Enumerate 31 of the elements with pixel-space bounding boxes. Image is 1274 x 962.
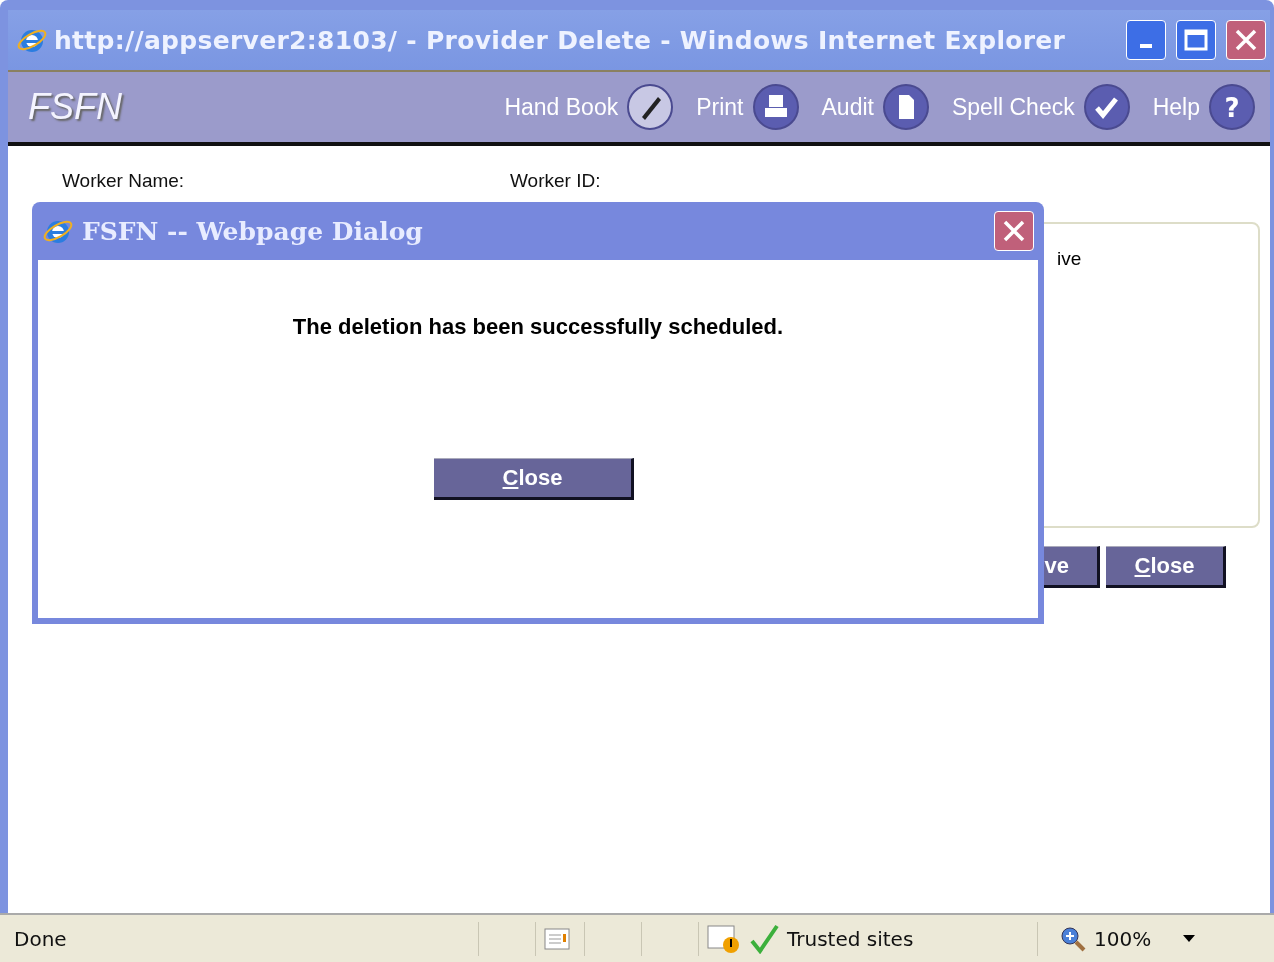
maximize-button[interactable] (1176, 20, 1216, 60)
dialog-title: FSFN -- Webpage Dialog (82, 216, 424, 246)
dialog-close-action[interactable]: Close (434, 458, 634, 500)
checkmark-icon (1082, 83, 1131, 131)
close-button[interactable] (1226, 20, 1266, 60)
printer-icon (751, 83, 800, 131)
app-logo: FSFN (28, 86, 123, 128)
security-zone: Trusted sites (787, 926, 914, 951)
close-icon (1002, 219, 1026, 243)
status-text: Done (14, 926, 68, 951)
dialog-close-button[interactable] (994, 211, 1034, 251)
zoom-level[interactable]: 100% (1094, 926, 1152, 951)
info-icon (544, 927, 570, 950)
warning-icon (707, 923, 741, 954)
maximize-icon (1184, 29, 1208, 51)
window-title: http://appserver2:8103/ - Provider Delete - Windows Internet Explorer (54, 25, 1067, 55)
minimize-icon (1140, 44, 1152, 48)
checkmark-icon (749, 923, 779, 954)
close-icon (1234, 28, 1258, 52)
field-label: Worker ID: (510, 170, 602, 192)
field-label: Worker Name: (62, 170, 186, 192)
toolbar-button[interactable]: Help ? (1152, 83, 1256, 131)
help-icon: ? (1208, 83, 1256, 131)
zoom-icon (1060, 925, 1086, 952)
pen-icon (626, 83, 675, 131)
minimize-button[interactable] (1126, 20, 1166, 60)
dialog-message: The deletion has been successfully scheduled. (292, 314, 784, 340)
dropdown-caret-icon[interactable] (1183, 934, 1196, 943)
page-button[interactable]: Close (1106, 546, 1226, 588)
panel-text: ive (1057, 248, 1082, 269)
document-icon (881, 83, 930, 131)
